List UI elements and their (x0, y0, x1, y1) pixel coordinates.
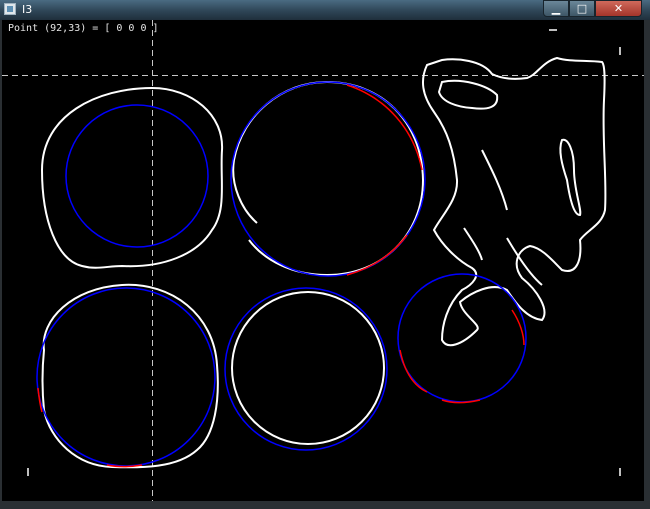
contour-bottom-middle (231, 291, 385, 445)
window-frame: I3 ▁ □ ✕ Point (92,33) = [0 0 0] (0, 0, 650, 509)
mismatch-arc-bottom-right-a (399, 349, 428, 393)
contour-top-right-inner-2 (559, 138, 582, 217)
contour-bottom-left (41, 283, 219, 469)
fitted-circle-top-left (65, 104, 209, 248)
contour-top-middle (232, 80, 425, 277)
pixel-readout: Point (92,33) = [ 0 0 0 ] (8, 23, 159, 34)
maximize-button[interactable]: □ (569, 0, 595, 17)
fitted-circle-bottom-right (397, 273, 527, 403)
title-bar[interactable]: I3 ▁ □ ✕ (0, 0, 650, 20)
close-button[interactable]: ✕ (595, 0, 642, 17)
contour-top-left (40, 86, 224, 269)
window-title: I3 (22, 3, 33, 16)
corner-markers (27, 29, 621, 476)
minimize-button[interactable]: ▁ (543, 0, 569, 17)
fitted-circle-bottom-left (36, 287, 216, 467)
image-canvas[interactable] (2, 20, 644, 501)
mismatch-arc-bottom-left-a (37, 387, 43, 413)
mismatch-arc-top-middle-b (346, 234, 408, 276)
app-window-icon (4, 3, 16, 15)
contour-top-right-inner-1 (437, 79, 499, 110)
fitted-circle-bottom-middle (224, 287, 388, 451)
contour-top-right-inner-3 (463, 149, 543, 286)
image-viewport[interactable]: Point (92,33) = [ 0 0 0 ] (2, 20, 644, 501)
crosshair (2, 20, 644, 501)
window-bottom-border (0, 501, 650, 509)
